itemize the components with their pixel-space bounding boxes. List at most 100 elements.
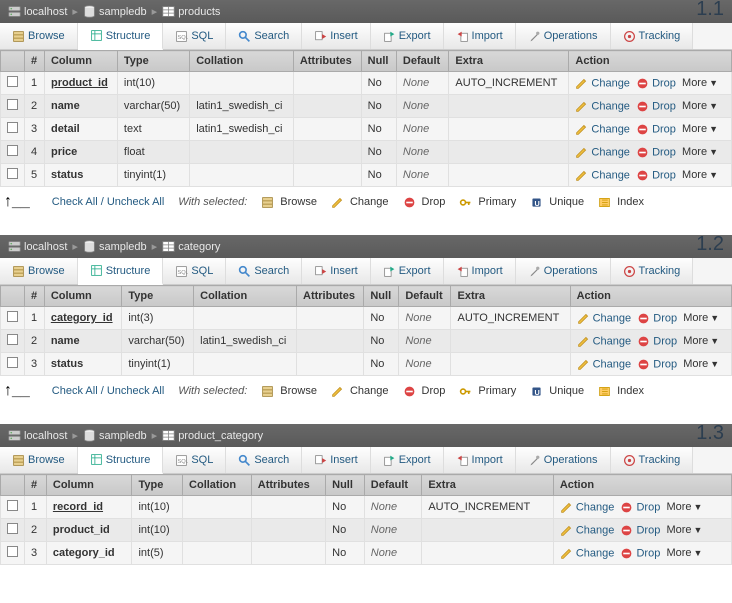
check-all-link[interactable]: Check All / Uncheck All bbox=[52, 385, 165, 397]
row-checkbox[interactable] bbox=[7, 357, 18, 368]
tab-export[interactable]: Export bbox=[371, 258, 444, 284]
drop-link[interactable]: Drop bbox=[652, 77, 676, 89]
drop-link[interactable]: Drop bbox=[652, 100, 676, 112]
more-link[interactable]: More▼ bbox=[683, 358, 719, 370]
col-coll bbox=[190, 164, 294, 187]
tab-browse[interactable]: Browse bbox=[0, 447, 78, 473]
footer-unique[interactable]: UUnique bbox=[530, 196, 584, 209]
change-link[interactable]: Change bbox=[576, 547, 615, 559]
change-link[interactable]: Change bbox=[593, 312, 632, 324]
bc-table[interactable]: products bbox=[162, 5, 220, 18]
row-checkbox[interactable] bbox=[7, 500, 18, 511]
more-link[interactable]: More▼ bbox=[666, 524, 702, 536]
chevron-down-icon: ▼ bbox=[709, 101, 718, 111]
bc-table[interactable]: category bbox=[162, 240, 220, 253]
row-checkbox[interactable] bbox=[7, 99, 18, 110]
tab-structure[interactable]: Structure bbox=[78, 447, 164, 474]
row-checkbox[interactable] bbox=[7, 76, 18, 87]
drop-link[interactable]: Drop bbox=[652, 169, 676, 181]
change-link[interactable]: Change bbox=[591, 100, 630, 112]
bc-db[interactable]: sampledb bbox=[83, 429, 147, 442]
footer-index[interactable]: Index bbox=[598, 196, 644, 209]
change-link[interactable]: Change bbox=[593, 335, 632, 347]
drop-link[interactable]: Drop bbox=[652, 146, 676, 158]
tab-operations[interactable]: Operations bbox=[516, 447, 611, 473]
row-checkbox[interactable] bbox=[7, 145, 18, 156]
tab-tracking[interactable]: Tracking bbox=[611, 23, 694, 49]
drop-link[interactable]: Drop bbox=[652, 123, 676, 135]
footer-unique[interactable]: UUnique bbox=[530, 385, 584, 398]
change-link[interactable]: Change bbox=[591, 146, 630, 158]
drop-link[interactable]: Drop bbox=[653, 312, 677, 324]
more-link[interactable]: More▼ bbox=[683, 335, 719, 347]
row-checkbox[interactable] bbox=[7, 523, 18, 534]
tab-browse[interactable]: Browse bbox=[0, 23, 78, 49]
tab-search[interactable]: Search bbox=[226, 258, 302, 284]
table-row: 2 name varchar(50) latin1_swedish_ci No … bbox=[1, 95, 732, 118]
tab-import[interactable]: Import bbox=[444, 23, 516, 49]
more-link[interactable]: More▼ bbox=[682, 123, 718, 135]
footer-drop[interactable]: Drop bbox=[403, 196, 446, 209]
change-link[interactable]: Change bbox=[591, 77, 630, 89]
footer-change[interactable]: Change bbox=[331, 385, 389, 398]
more-link[interactable]: More▼ bbox=[683, 312, 719, 324]
more-link[interactable]: More▼ bbox=[666, 501, 702, 513]
tab-sql[interactable]: SQLSQL bbox=[163, 258, 226, 284]
bc-db[interactable]: sampledb bbox=[83, 5, 147, 18]
tab-tracking[interactable]: Tracking bbox=[611, 447, 694, 473]
tab-export[interactable]: Export bbox=[371, 447, 444, 473]
tab-search[interactable]: Search bbox=[226, 447, 302, 473]
drop-icon bbox=[403, 385, 419, 398]
tab-import[interactable]: Import bbox=[444, 447, 516, 473]
footer-index[interactable]: Index bbox=[598, 385, 644, 398]
tab-operations[interactable]: Operations bbox=[516, 23, 611, 49]
tab-structure[interactable]: Structure bbox=[78, 23, 164, 50]
more-link[interactable]: More▼ bbox=[682, 146, 718, 158]
change-link[interactable]: Change bbox=[593, 358, 632, 370]
footer-primary[interactable]: Primary bbox=[459, 385, 516, 398]
row-checkbox[interactable] bbox=[7, 546, 18, 557]
drop-link[interactable]: Drop bbox=[653, 358, 677, 370]
more-link[interactable]: More▼ bbox=[682, 169, 718, 181]
row-checkbox[interactable] bbox=[7, 334, 18, 345]
footer-browse[interactable]: Browse bbox=[261, 196, 317, 209]
footer-primary[interactable]: Primary bbox=[459, 196, 516, 209]
export-icon bbox=[383, 30, 399, 43]
row-checkbox[interactable] bbox=[7, 122, 18, 133]
tab-structure[interactable]: Structure bbox=[78, 258, 164, 285]
change-link[interactable]: Change bbox=[576, 501, 615, 513]
tab-tracking[interactable]: Tracking bbox=[611, 258, 694, 284]
tab-sql[interactable]: SQLSQL bbox=[163, 23, 226, 49]
drop-link[interactable]: Drop bbox=[653, 335, 677, 347]
tab-search[interactable]: Search bbox=[226, 23, 302, 49]
change-link[interactable]: Change bbox=[591, 169, 630, 181]
more-link[interactable]: More▼ bbox=[682, 77, 718, 89]
tab-insert[interactable]: Insert bbox=[302, 23, 371, 49]
bc-server[interactable]: localhost bbox=[8, 429, 67, 442]
bc-db[interactable]: sampledb bbox=[83, 240, 147, 253]
bc-table[interactable]: product_category bbox=[162, 429, 263, 442]
footer-browse[interactable]: Browse bbox=[261, 385, 317, 398]
drop-link[interactable]: Drop bbox=[636, 547, 660, 559]
bc-server[interactable]: localhost bbox=[8, 5, 67, 18]
footer-drop[interactable]: Drop bbox=[403, 385, 446, 398]
tab-sql[interactable]: SQLSQL bbox=[163, 447, 226, 473]
change-link[interactable]: Change bbox=[576, 524, 615, 536]
tab-insert[interactable]: Insert bbox=[302, 258, 371, 284]
footer-change[interactable]: Change bbox=[331, 196, 389, 209]
bc-server[interactable]: localhost bbox=[8, 240, 67, 253]
bc-server-label: localhost bbox=[24, 6, 67, 18]
more-link[interactable]: More▼ bbox=[666, 547, 702, 559]
change-link[interactable]: Change bbox=[591, 123, 630, 135]
tab-browse[interactable]: Browse bbox=[0, 258, 78, 284]
more-link[interactable]: More▼ bbox=[682, 100, 718, 112]
drop-link[interactable]: Drop bbox=[636, 524, 660, 536]
tab-insert[interactable]: Insert bbox=[302, 447, 371, 473]
tab-export[interactable]: Export bbox=[371, 23, 444, 49]
drop-link[interactable]: Drop bbox=[636, 501, 660, 513]
tab-operations[interactable]: Operations bbox=[516, 258, 611, 284]
row-checkbox[interactable] bbox=[7, 311, 18, 322]
row-checkbox[interactable] bbox=[7, 168, 18, 179]
check-all-link[interactable]: Check All / Uncheck All bbox=[52, 196, 165, 208]
tab-import[interactable]: Import bbox=[444, 258, 516, 284]
